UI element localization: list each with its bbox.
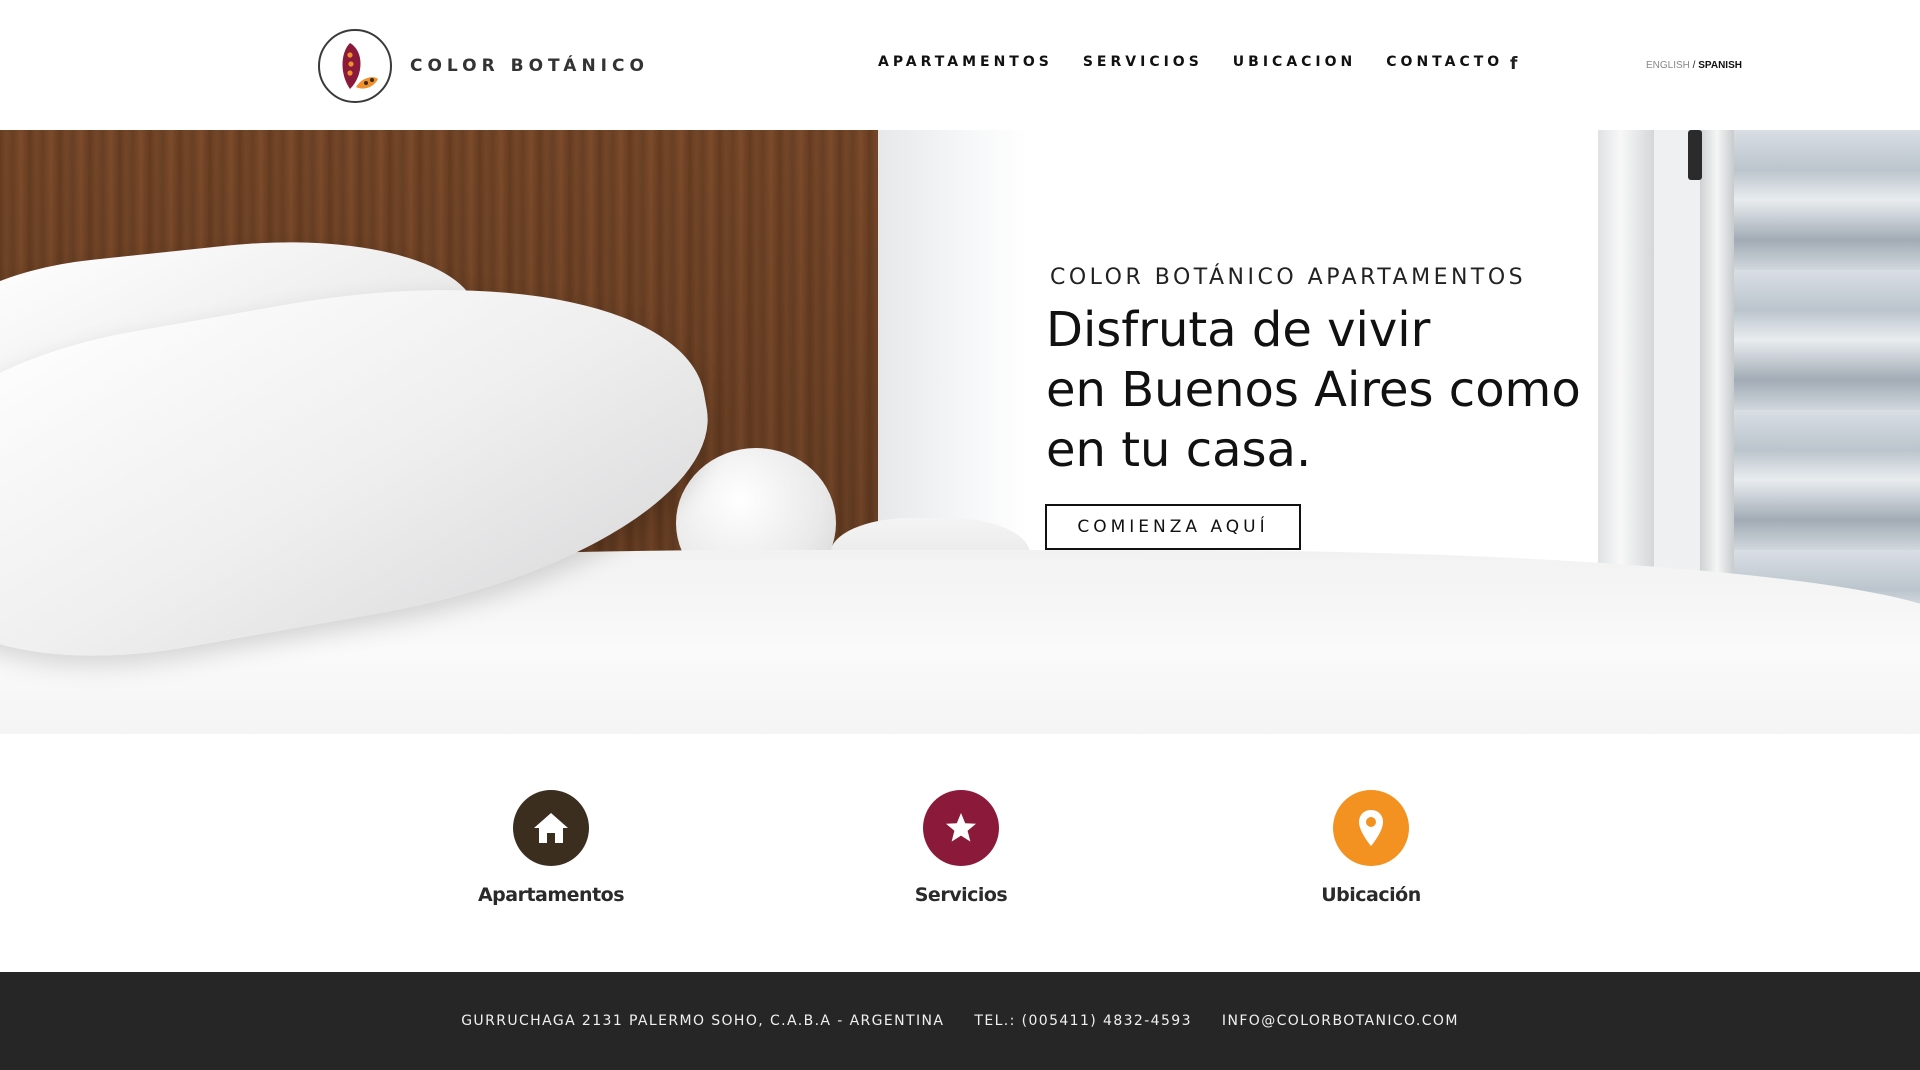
feature-ubicacion[interactable]: Ubicación <box>1271 790 1471 906</box>
logo-leaf-icon <box>318 29 392 103</box>
hero-title: Disfruta de vivir en Buenos Aires como e… <box>1046 300 1586 480</box>
feature-servicios[interactable]: Servicios <box>861 790 1061 906</box>
star-icon[interactable] <box>923 790 999 866</box>
nav-item-apartamentos[interactable]: APARTAMENTOS <box>878 54 1053 70</box>
nav-item-ubicacion[interactable]: UBICACION <box>1233 54 1356 70</box>
lang-spanish-link[interactable]: SPANISH <box>1698 60 1742 71</box>
lang-separator: / <box>1689 60 1699 71</box>
nav-item-contacto[interactable]: CONTACTO <box>1386 54 1503 70</box>
lang-english-link[interactable]: ENGLISH <box>1646 60 1690 71</box>
site-footer: GURRUCHAGA 2131 PALERMO SOHO, C.A.B.A - … <box>0 972 1920 1070</box>
language-switcher: ENGLISH / SPANISH <box>1646 60 1742 71</box>
footer-address: GURRUCHAGA 2131 PALERMO SOHO, C.A.B.A - … <box>461 1013 945 1029</box>
footer-email[interactable]: INFO@COLORBOTANICO.COM <box>1222 1013 1459 1029</box>
feature-label: Servicios <box>914 884 1008 906</box>
feature-label: Ubicación <box>1321 884 1421 906</box>
hero-subtitle: COLOR BOTÁNICO APARTAMENTOS <box>1050 265 1527 290</box>
location-pin-icon[interactable] <box>1333 790 1409 866</box>
site-header: COLOR BOTÁNICO APARTAMENTOS SERVICIOS UB… <box>0 0 1920 130</box>
main-nav: APARTAMENTOS SERVICIOS UBICACION CONTACT… <box>878 54 1533 70</box>
hero-title-line: en Buenos Aires como <box>1046 362 1581 418</box>
feature-label: Apartamentos <box>477 884 625 906</box>
brand-logo[interactable]: COLOR BOTÁNICO <box>318 29 649 103</box>
home-icon[interactable] <box>513 790 589 866</box>
hero-banner: COLOR BOTÁNICO APARTAMENTOS Disfruta de … <box>0 130 1920 734</box>
facebook-icon[interactable]: f <box>1510 54 1517 74</box>
brand-name: COLOR BOTÁNICO <box>410 56 649 76</box>
feature-apartamentos[interactable]: Apartamentos <box>451 790 651 906</box>
hero-title-line: en tu casa. <box>1046 422 1312 478</box>
hero-title-line: Disfruta de vivir <box>1046 302 1431 358</box>
footer-phone[interactable]: TEL.: (005411) 4832-4593 <box>974 1013 1192 1029</box>
comienza-aqui-button[interactable]: COMIENZA AQUÍ <box>1045 504 1301 550</box>
nav-item-servicios[interactable]: SERVICIOS <box>1083 54 1203 70</box>
window-handle <box>1688 130 1702 180</box>
